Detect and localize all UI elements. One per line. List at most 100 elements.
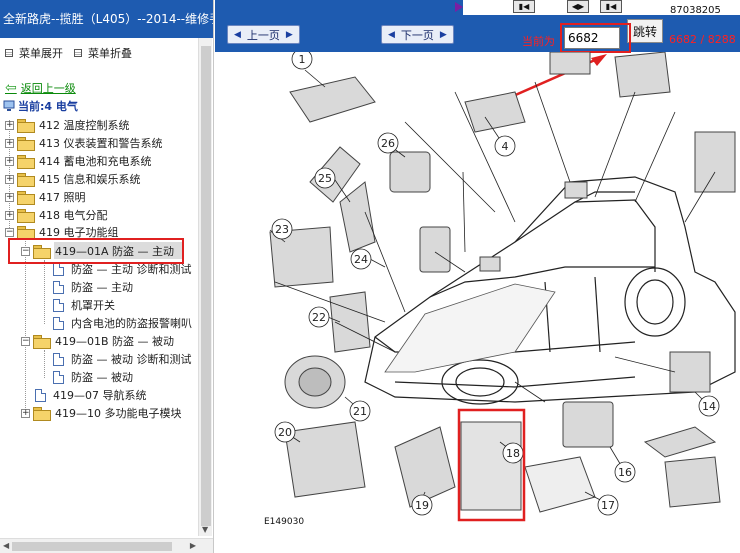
expand-toggle[interactable]: +	[5, 174, 14, 184]
tree-item-413[interactable]: + 413 仪表装置和警告系统	[5, 134, 163, 152]
jump-button[interactable]: 跳转	[627, 19, 663, 43]
callout-23: 23	[275, 223, 289, 236]
component-location-diagram: 1 4 14 16 17 18 19 20 21 22 23 24 25 26 …	[264, 52, 736, 527]
scrollbar-thumb[interactable]	[12, 542, 172, 551]
tree-item-419-07[interactable]: 419—07 导航系统	[35, 386, 147, 404]
back-link[interactable]: ⇦ 返回上一级	[5, 80, 76, 96]
callout-25: 25	[318, 172, 332, 185]
scroll-left-icon[interactable]: ◀	[3, 541, 9, 550]
toolbar-first-icon[interactable]: ▮◀	[513, 0, 535, 13]
callout-22: 22	[312, 311, 326, 324]
tree-item-label: 机罩开关	[71, 299, 115, 312]
component-parts	[269, 52, 736, 513]
tree-item-label: 419—10 多功能电子模块	[55, 407, 182, 420]
tree-item-417[interactable]: + 417 照明	[5, 188, 86, 206]
folder-icon	[17, 155, 35, 169]
collapse-menu-label: 菜单折叠	[88, 47, 132, 60]
tree-item-414[interactable]: + 414 蓄电池和充电系统	[5, 152, 152, 170]
tree-doc-item[interactable]: 防盗 — 被动 诊断和测试	[53, 350, 192, 368]
right-arrow-icon: ▶	[439, 29, 447, 40]
document-icon	[35, 388, 46, 402]
scroll-down-icon[interactable]: ▼	[202, 525, 208, 534]
toolbar-next-icon[interactable]: ▮◀	[600, 0, 622, 13]
page-input-highlight	[560, 23, 631, 53]
callout-19: 19	[415, 499, 429, 512]
callout-24: 24	[354, 253, 368, 266]
document-icon	[53, 316, 64, 330]
tree-item-418[interactable]: + 418 电气分配	[5, 206, 108, 224]
open-folder-icon	[17, 226, 35, 240]
callout-20: 20	[278, 426, 292, 439]
tree-item-415[interactable]: + 415 信息和娱乐系统	[5, 170, 141, 188]
expand-toggle[interactable]: +	[5, 120, 14, 130]
folder-icon	[33, 407, 51, 421]
prev-page-button[interactable]: ◀ 上一页 ▶	[227, 25, 300, 44]
document-icon	[53, 352, 64, 366]
right-arrow-icon: ▶	[285, 29, 293, 40]
callout-1: 1	[299, 53, 306, 66]
play-marker-icon	[455, 2, 463, 12]
tree-item-label: 413 仪表装置和警告系统	[39, 137, 163, 150]
prev-page-label: 上一页	[246, 28, 280, 42]
figure-code: E149030	[264, 517, 304, 527]
callout-26: 26	[381, 137, 395, 150]
collapse-menu-button[interactable]: 菜单折叠	[74, 45, 132, 61]
collapse-toggle[interactable]: −	[5, 227, 14, 237]
folder-icon	[17, 119, 35, 133]
scrollbar-thumb[interactable]	[201, 46, 211, 526]
collapse-toggle[interactable]: −	[21, 336, 30, 346]
expand-toggle[interactable]: +	[5, 138, 14, 148]
expand-toggle[interactable]: +	[5, 192, 14, 202]
sidebar: 全新路虎--揽胜（L405）--2014--维修手 菜单展开 菜单折叠 ⇦ 返回…	[0, 0, 214, 553]
page-label: 当前为	[522, 35, 555, 48]
next-page-button[interactable]: ◀ 下一页 ▶	[381, 25, 454, 44]
toolbar-split-icon[interactable]: ◀▶	[567, 0, 589, 13]
expand-toggle[interactable]: +	[5, 210, 14, 220]
sidebar-title: 全新路虎--揽胜（L405）--2014--维修手	[0, 0, 213, 38]
tree-item-label: 防盗 — 被动 诊断和测试	[71, 353, 192, 366]
left-arrow-icon: ◀	[234, 29, 241, 40]
callout-16: 16	[618, 466, 632, 479]
document-icon	[53, 370, 64, 384]
expand-toggle[interactable]: +	[5, 156, 14, 166]
folder-icon	[17, 191, 35, 205]
callout-17: 17	[601, 499, 615, 512]
back-arrow-icon: ⇦	[5, 80, 17, 96]
tree-doc-item[interactable]: 机罩开关	[53, 296, 115, 314]
tree-doc-item[interactable]: 防盗 — 被动	[53, 368, 133, 386]
tree-item-label: 防盗 — 主动	[71, 281, 133, 294]
tree-doc-item[interactable]: 内含电池的防盗报警喇叭	[53, 314, 192, 332]
vertical-scrollbar[interactable]: ▼	[198, 38, 212, 536]
callout-14: 14	[702, 400, 716, 413]
expand-toggle[interactable]: +	[21, 408, 30, 418]
tree-item-419-01b[interactable]: − 419—01B 防盗 — 被动	[21, 332, 174, 350]
horizontal-scrollbar[interactable]: ◀ ▶	[0, 538, 213, 553]
tree-doc-item[interactable]: 防盗 — 主动	[53, 278, 133, 296]
callout-18: 18	[506, 447, 520, 460]
tree-item-419-10[interactable]: + 419—10 多功能电子模块	[21, 404, 182, 422]
scroll-right-icon[interactable]: ▶	[190, 541, 196, 550]
page-count: 6682 / 8288	[669, 33, 736, 46]
tree-item-label: 417 照明	[39, 191, 86, 204]
expand-menu-button[interactable]: 菜单展开	[5, 45, 63, 61]
document-icon	[53, 298, 64, 312]
tree-item-label: 415 信息和娱乐系统	[39, 173, 141, 186]
tree-item-label: 419—07 导航系统	[53, 389, 147, 402]
document-icon	[53, 280, 64, 294]
folder-icon	[17, 209, 35, 223]
tree-item-label: 418 电气分配	[39, 209, 108, 222]
tree-item-412[interactable]: + 412 温度控制系统	[5, 116, 130, 134]
list-icon	[5, 49, 13, 57]
document-icon	[53, 262, 64, 276]
top-code-text: 87038205	[670, 5, 721, 16]
main-content: ▮◀ ◀▶ ▮◀ 87038205 ◀ 上一页 ▶ ◀ 下一页 ▶ 当前为 跳转…	[215, 0, 740, 553]
callout-4: 4	[502, 140, 509, 153]
top-toolbar: ▮◀ ◀▶ ▮◀ 87038205 ◀ 上一页 ▶ ◀ 下一页 ▶ 当前为 跳转…	[215, 0, 740, 53]
back-link-label: 返回上一级	[20, 82, 76, 95]
current-location: 当前:4 电气	[3, 98, 78, 114]
open-folder-icon	[33, 335, 51, 349]
tree-item-label: 内含电池的防盗报警喇叭	[71, 317, 192, 330]
left-arrow-icon: ◀	[388, 29, 395, 40]
folder-icon	[17, 173, 35, 187]
tree-item-label: 412 温度控制系统	[39, 119, 130, 132]
